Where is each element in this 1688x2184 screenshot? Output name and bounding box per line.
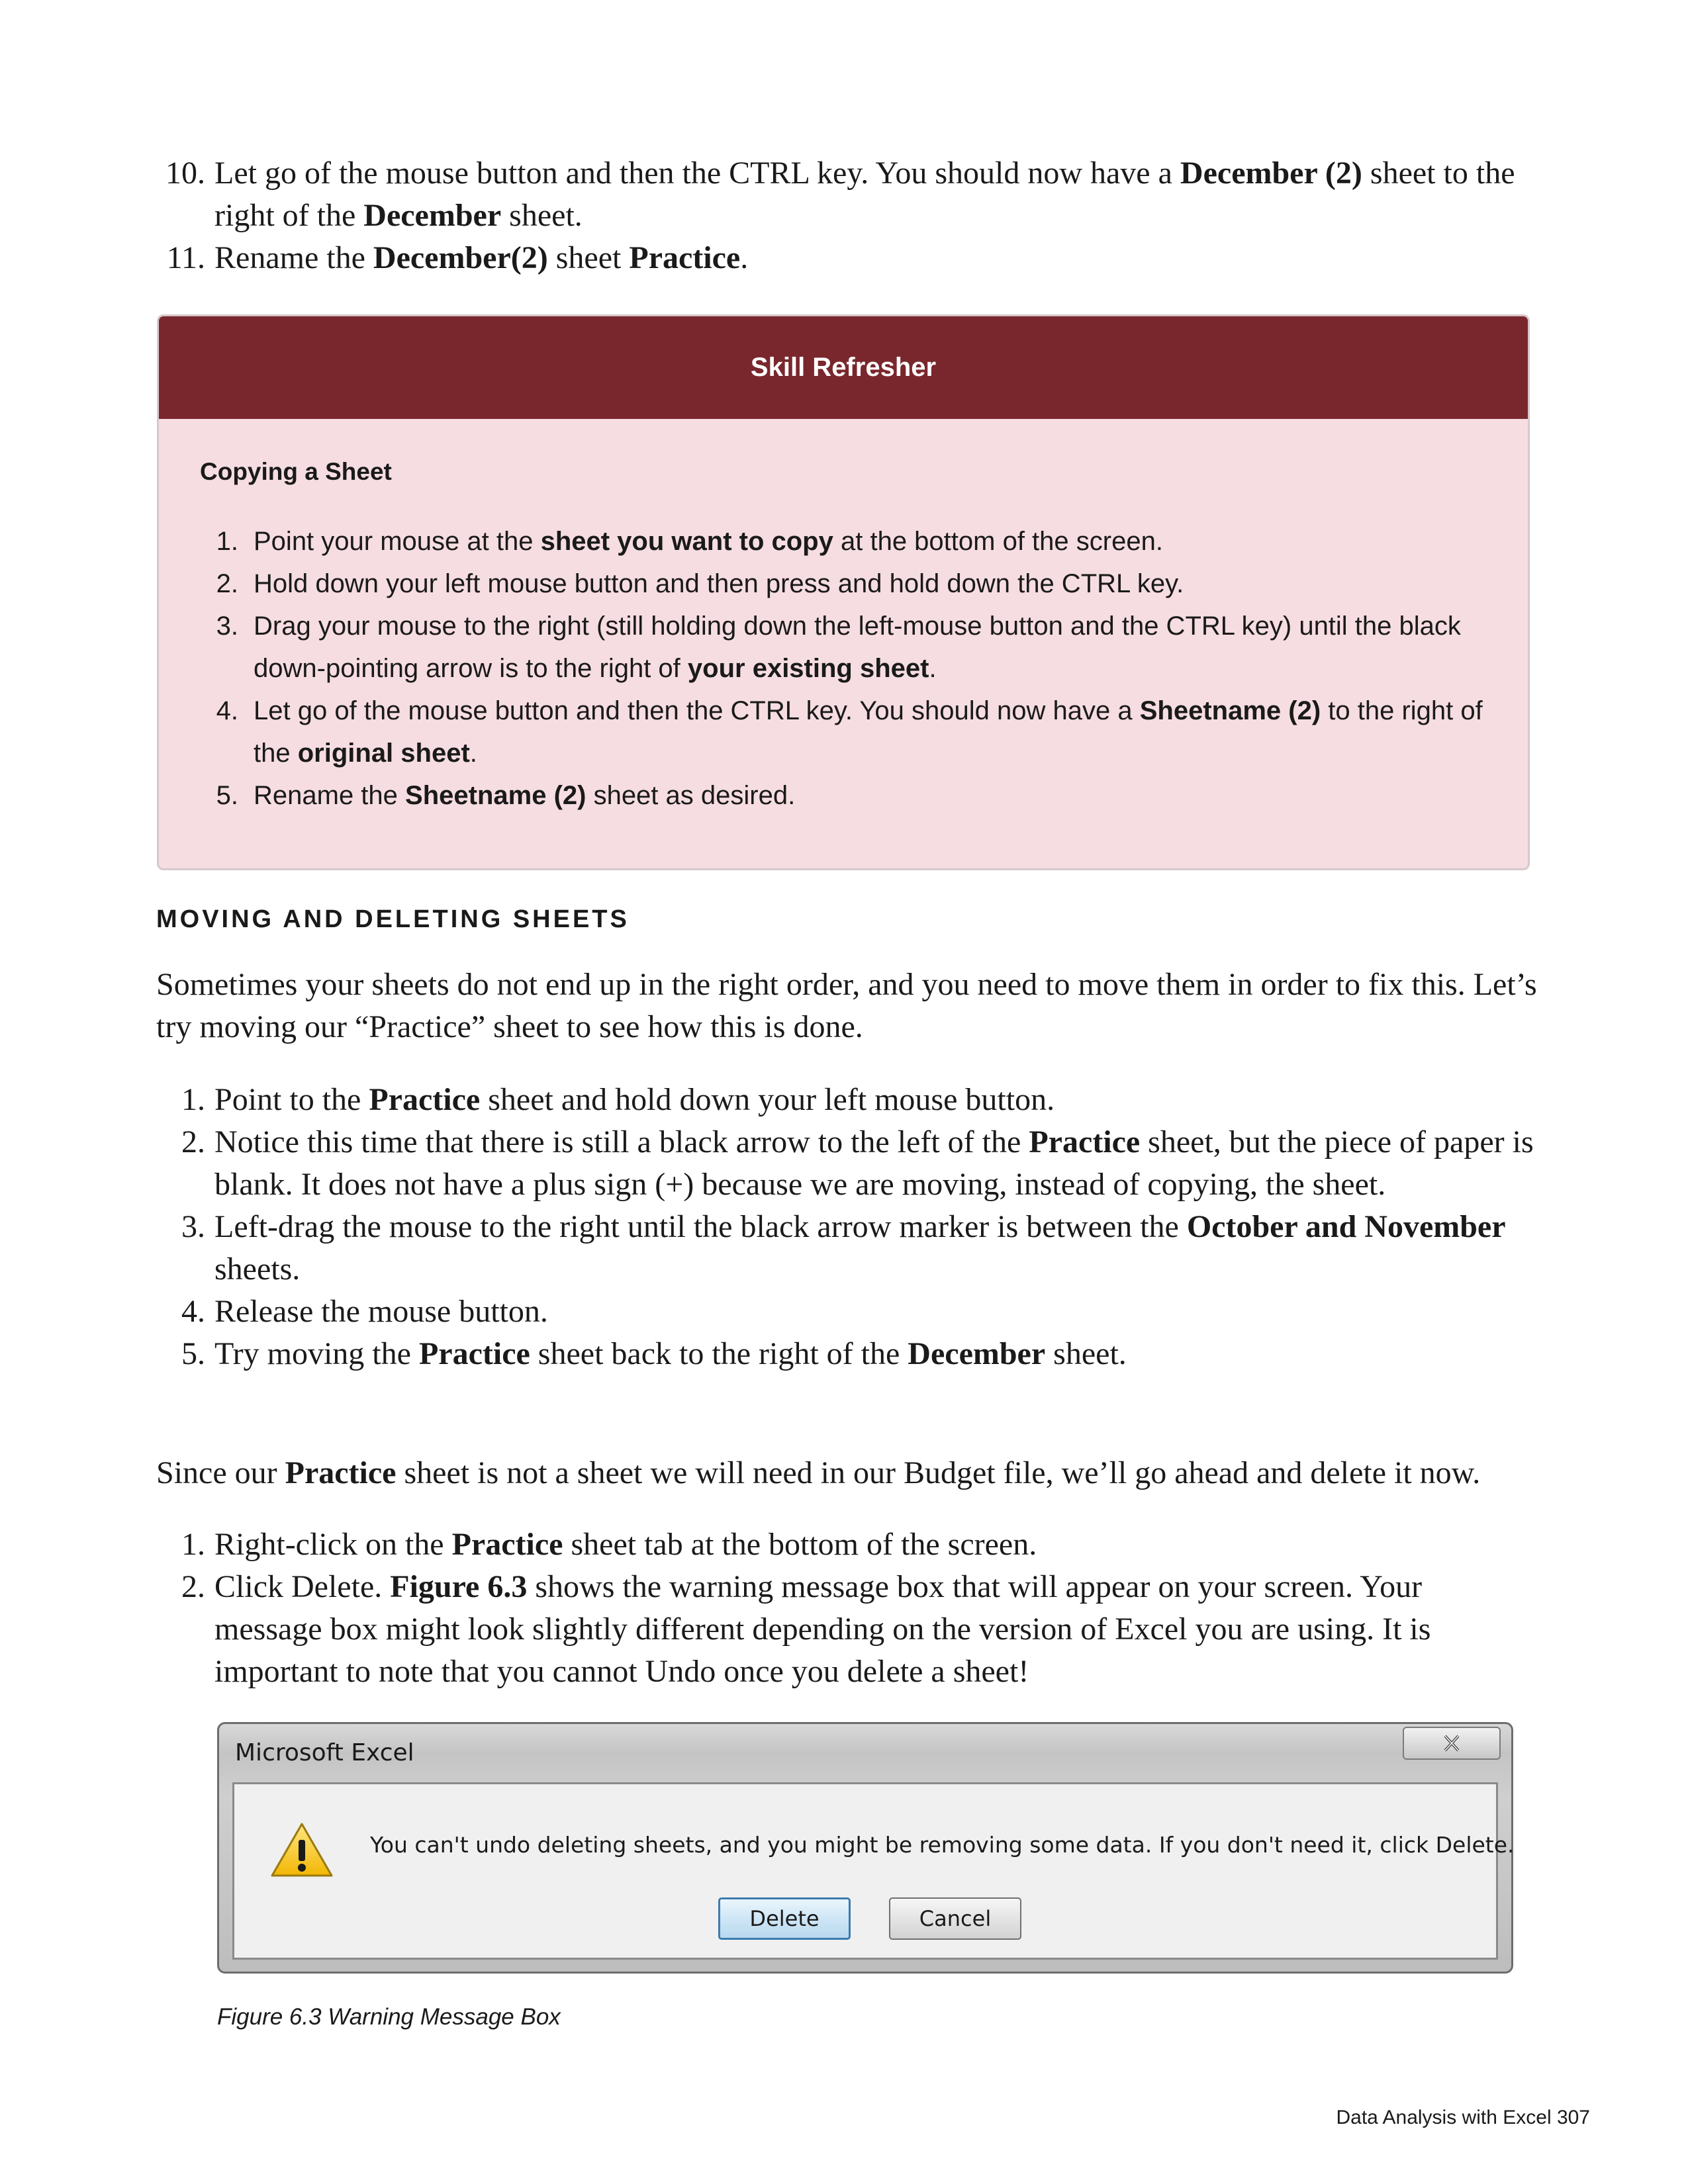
list-text: Left-drag the mouse to the right until t… [214, 1209, 1506, 1287]
list-number: 2. [181, 1569, 205, 1604]
section-heading: MOVING AND DELETING SHEETS [156, 905, 630, 933]
list-number: 3. [216, 612, 238, 641]
list-number: 5. [181, 1336, 205, 1371]
list-text: Hold down your left mouse button and the… [254, 569, 1184, 598]
close-button[interactable] [1403, 1727, 1501, 1760]
delete-button[interactable]: Delete [718, 1897, 851, 1940]
list-text: Try moving the Practice sheet back to th… [214, 1336, 1127, 1371]
list-text: Drag your mouse to the right (still hold… [254, 612, 1461, 683]
list-text: Let go of the mouse button and then the … [254, 696, 1483, 768]
dialog-message: You can't undo deleting sheets, and you … [370, 1832, 1515, 1858]
list-item: 2. Hold down your left mouse button and … [200, 563, 1504, 605]
warning-dialog: Microsoft Excel You can't undo deleting … [217, 1722, 1515, 1974]
list-number: 10. [165, 156, 205, 191]
delete-paragraph: Since our Practice sheet is not a sheet … [156, 1455, 1481, 1490]
intro-paragraph: Sometimes your sheets do not end up in t… [156, 967, 1537, 1044]
warning-triangle-icon [271, 1823, 333, 1877]
list-text: Rename the December(2) sheet Practice. [214, 240, 749, 275]
list-number: 1. [216, 527, 238, 556]
list-item: 4. Let go of the mouse button and then t… [200, 690, 1504, 774]
move-steps-list: 1. Point to the Practice sheet and hold … [154, 1079, 1537, 1375]
list-number: 1. [181, 1527, 205, 1562]
list-item: 10. Let go of the mouse button and then … [154, 152, 1537, 237]
list-item: 3. Drag your mouse to the right (still h… [200, 605, 1504, 690]
delete-steps-list: 1. Right-click on the Practice sheet tab… [154, 1524, 1537, 1693]
list-text: Release the mouse button. [214, 1294, 548, 1329]
top-steps-list: 10. Let go of the mouse button and then … [154, 152, 1537, 279]
list-number: 3. [181, 1209, 205, 1244]
refresher-subtitle: Copying a Sheet [200, 458, 392, 485]
refresher-header: Skill Refresher [159, 316, 1528, 419]
refresher-steps-list: 1. Point your mouse at the sheet you wan… [200, 520, 1504, 817]
list-item: 4. Release the mouse button. [154, 1291, 1537, 1333]
list-number: 2. [181, 1124, 205, 1160]
skill-refresher-box: Skill Refresher Copying a Sheet 1. Point… [157, 314, 1530, 870]
list-item: 2. Click Delete. Figure 6.3 shows the wa… [154, 1566, 1537, 1693]
list-text: Point to the Practice sheet and hold dow… [214, 1082, 1055, 1117]
list-number: 4. [181, 1294, 205, 1329]
list-text: Right-click on the Practice sheet tab at… [214, 1527, 1037, 1562]
list-number: 5. [216, 781, 238, 810]
list-number: 4. [216, 696, 238, 725]
list-item: 5. Try moving the Practice sheet back to… [154, 1333, 1537, 1375]
cancel-button[interactable]: Cancel [889, 1897, 1021, 1940]
dialog-title: Microsoft Excel [235, 1739, 414, 1766]
list-item: 5. Rename the Sheetname (2) sheet as des… [200, 774, 1504, 817]
list-item: 1. Point to the Practice sheet and hold … [154, 1079, 1537, 1121]
list-text: Notice this time that there is still a b… [214, 1124, 1534, 1202]
figure-caption: Figure 6.3 Warning Message Box [217, 2004, 561, 2030]
list-text: Rename the Sheetname (2) sheet as desire… [254, 781, 796, 810]
list-number: 2. [216, 569, 238, 598]
list-number: 11. [166, 240, 205, 275]
list-item: 1. Right-click on the Practice sheet tab… [154, 1524, 1537, 1566]
list-number: 1. [181, 1082, 205, 1117]
list-item: 1. Point your mouse at the sheet you wan… [200, 520, 1504, 563]
list-item: 3. Left-drag the mouse to the right unti… [154, 1206, 1537, 1291]
dialog-body: You can't undo deleting sheets, and you … [232, 1782, 1515, 1960]
list-item: 11. Rename the December(2) sheet Practic… [154, 237, 1537, 279]
list-item: 2. Notice this time that there is still … [154, 1121, 1537, 1206]
close-x-icon [1444, 1735, 1460, 1752]
list-text: Point your mouse at the sheet you want t… [254, 527, 1163, 556]
list-text: Click Delete. Figure 6.3 shows the warni… [214, 1569, 1431, 1689]
list-text: Let go of the mouse button and then the … [214, 156, 1515, 233]
page-footer: Data Analysis with Excel 307 [1336, 2107, 1590, 2128]
